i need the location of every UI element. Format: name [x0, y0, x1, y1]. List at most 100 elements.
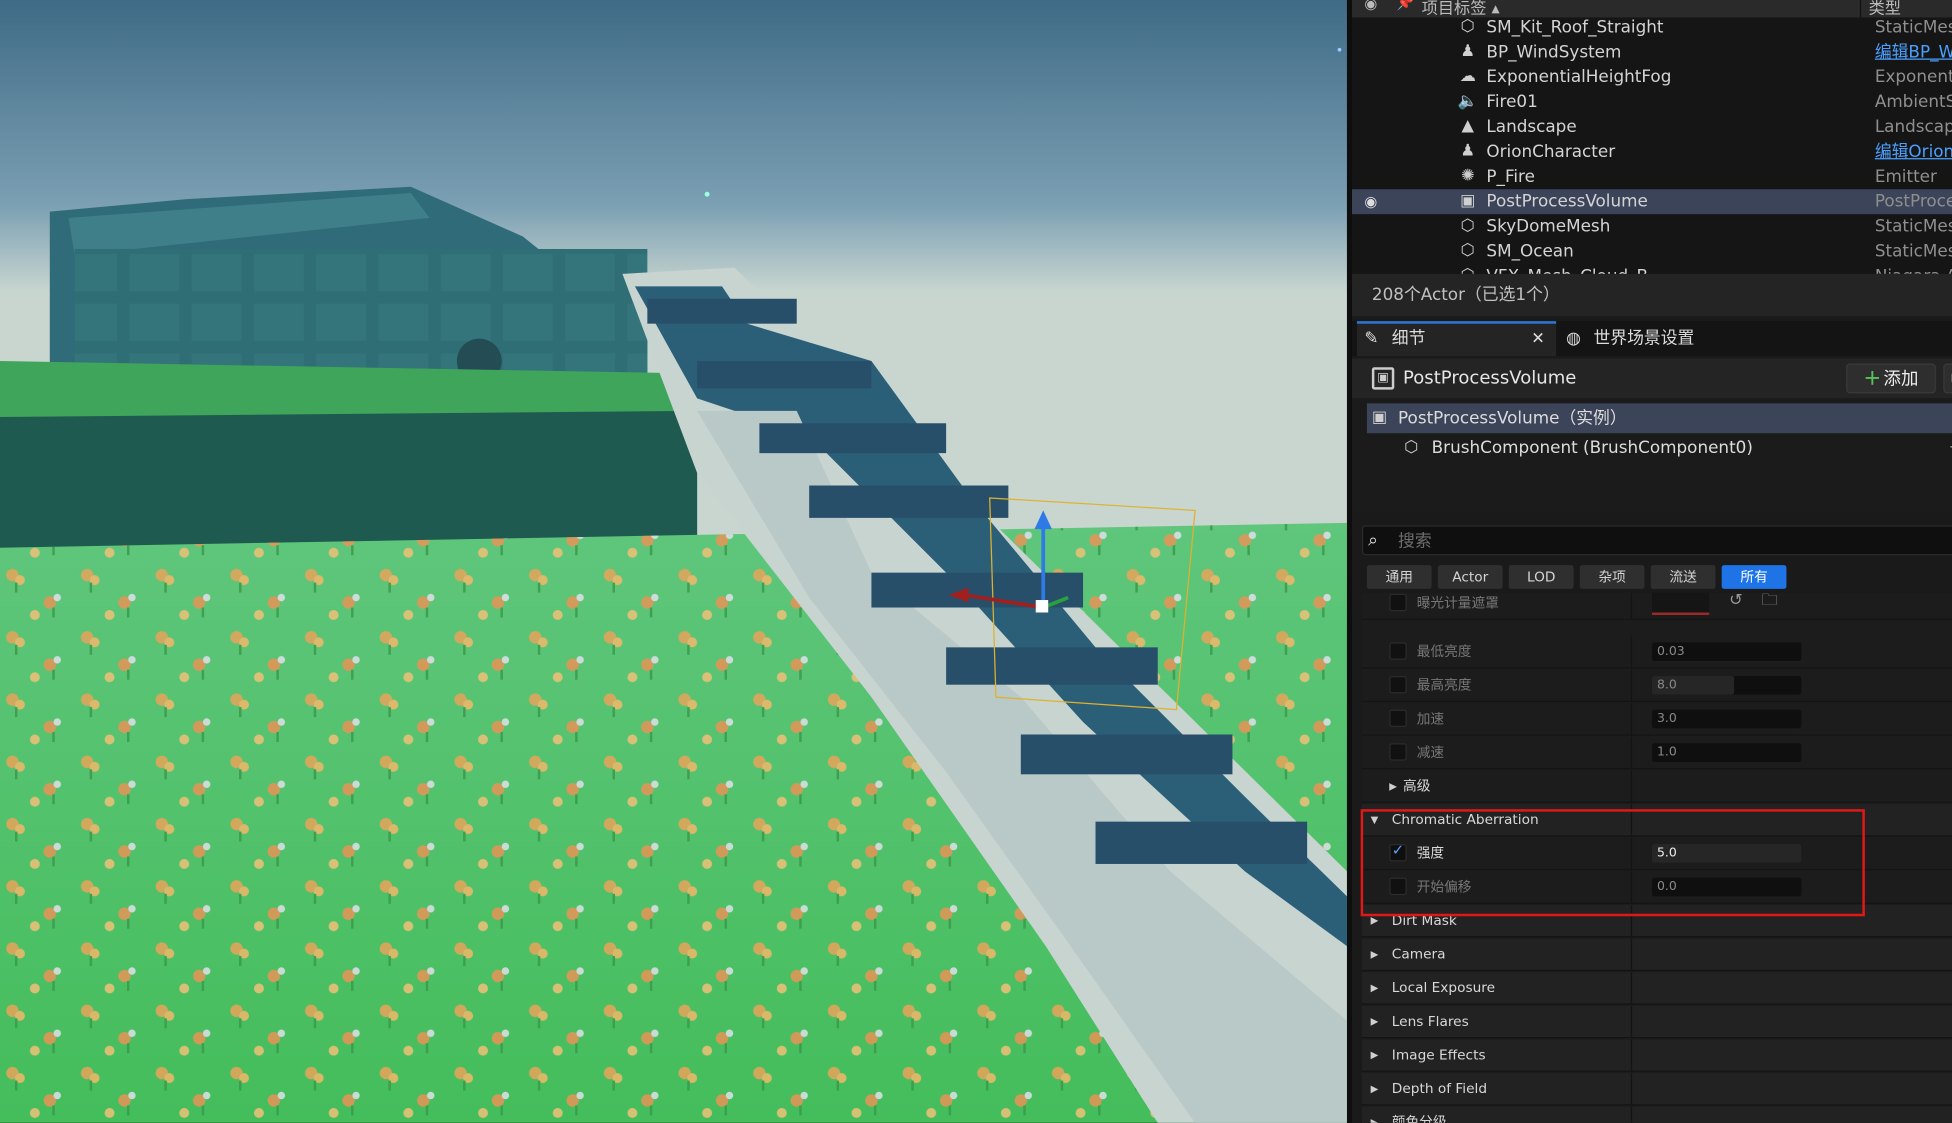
category-row[interactable]: ▶ Local Exposure [1361, 972, 1952, 1005]
outliner-row[interactable]: ☁ ExponentialHeightFog Exponenti [1352, 65, 1952, 90]
chevron-right-icon[interactable]: ▶ [1371, 1107, 1379, 1123]
search-input[interactable] [1395, 526, 1949, 557]
cube-icon: ⬡ [1404, 438, 1419, 457]
outliner-item-name: SM_Ocean [1486, 241, 1574, 262]
override-checkbox[interactable] [1389, 642, 1407, 660]
category-label: Camera [1391, 946, 1446, 963]
field-value: 8.0 [1656, 678, 1677, 693]
override-checkbox[interactable] [1389, 675, 1407, 694]
globe-icon: ◍ [1566, 328, 1581, 349]
add-component-button[interactable]: ＋添加 [1846, 363, 1936, 394]
property-value-cell: 8.0 [1630, 669, 1952, 703]
property-name-cell: 加速 [1362, 703, 1630, 735]
outliner-item-name: Landscape [1486, 117, 1577, 137]
category-label: 颜色分级 [1391, 1114, 1447, 1123]
property-value-cell: 0.03 [1630, 636, 1952, 669]
outliner-item-type: Landscape [1874, 117, 1952, 137]
category-label: Depth of Field [1391, 1080, 1488, 1097]
highlight-rectangle [1360, 809, 1865, 917]
property-value-cell [1630, 972, 1952, 1005]
numeric-slider-field[interactable]: 1.0 [1651, 743, 1802, 762]
outliner-row[interactable]: ⬡ SM_Kit_Roof_Straight StaticMesh [1352, 15, 1952, 40]
filter-button[interactable]: LOD [1508, 565, 1574, 589]
outliner-item-type-link[interactable]: 编辑BP_W [1875, 40, 1952, 65]
outliner-row[interactable]: 🔈 Fire01 AmbientSo [1352, 90, 1952, 115]
property-label: 最低亮度 [1416, 643, 1472, 660]
details-actor-bar: ▣ PostProcessVolume ＋添加 ▪ [1351, 358, 1952, 399]
speaker-icon: 🔈 [1457, 92, 1478, 111]
visibility-eye-icon[interactable]: ◉ [1364, 0, 1377, 12]
outliner-item-type: Exponenti [1874, 67, 1952, 88]
outliner-item-type-link[interactable]: 编辑Orion [1875, 139, 1952, 164]
override-checkbox[interactable] [1389, 593, 1407, 612]
use-selected-icon[interactable]: ↺ [1729, 593, 1743, 615]
property-label: 加速 [1416, 710, 1445, 728]
details-search: ⌕ [1361, 525, 1952, 557]
pencil-icon: ✎ [1364, 328, 1379, 349]
chevron-right-icon[interactable]: ▶ [1389, 771, 1397, 803]
override-checkbox[interactable] [1389, 743, 1407, 761]
chevron-right-icon[interactable]: ▶ [1371, 939, 1379, 971]
actor-name-field[interactable]: PostProcessVolume [1403, 359, 1576, 399]
numeric-slider-field[interactable]: 8.0 [1651, 675, 1802, 695]
property-label: 减速 [1416, 744, 1445, 761]
override-checkbox[interactable] [1389, 709, 1407, 728]
volume-icon: ▣ [1371, 367, 1395, 390]
close-icon[interactable]: ✕ [1531, 324, 1545, 355]
chevron-right-icon[interactable]: ▶ [1371, 1073, 1379, 1105]
category-row[interactable]: ▶ Lens Flares [1361, 1005, 1952, 1039]
category-row[interactable]: ▶ Image Effects [1361, 1039, 1952, 1072]
property-value-cell [1630, 1039, 1952, 1072]
outliner-row[interactable]: ♟ BP_WindSystem 编辑BP_W [1352, 40, 1952, 65]
subcategory-row[interactable]: ▶ 高级 [1361, 770, 1952, 803]
numeric-slider-field[interactable]: 3.0 [1651, 709, 1802, 729]
category-row[interactable]: ▶ Camera [1361, 938, 1952, 972]
component-label: PostProcessVolume（实例） [1398, 408, 1627, 429]
field-value: 3.0 [1656, 712, 1677, 726]
property-row: 曝光计量遮罩 None ↺ 🗀 [1361, 592, 1952, 620]
filter-bar: 通用 Actor LOD 杂项 流送 所有 [1366, 565, 1952, 590]
chevron-right-icon[interactable]: ▶ [1371, 1039, 1379, 1071]
property-name-cell: ▶ 颜色分级 [1362, 1107, 1630, 1123]
level-viewport[interactable] [0, 0, 1347, 1123]
tab-label: 世界场景设置 [1593, 328, 1695, 349]
property-name-cell: ▶ Depth of Field [1362, 1073, 1630, 1105]
outliner-item-name: SM_Kit_Roof_Straight [1486, 17, 1664, 38]
outliner-footer: 208个Actor（已选1个） [1351, 273, 1952, 317]
outliner-row[interactable]: ⬡ SkyDomeMesh StaticMesh [1352, 214, 1952, 239]
filter-button[interactable]: Actor [1437, 565, 1503, 589]
property-value-cell: 1.0 [1630, 736, 1952, 770]
component-row-root[interactable]: ▣ PostProcessVolume（实例） [1366, 403, 1952, 434]
filter-button[interactable]: 通用 [1366, 565, 1432, 589]
search-icon: ⌕ [1368, 530, 1378, 551]
chevron-right-icon[interactable]: ▶ [1371, 1006, 1379, 1038]
property-label: 最高亮度 [1416, 677, 1472, 694]
world-outliner: ◉ 📌 项目标签 ▴ 类型 ⬡ SM_Kit_Roof_Straight Stati… [1351, 0, 1952, 274]
outliner-row[interactable]: ▲ Landscape Landscape [1352, 115, 1952, 140]
outliner-row[interactable]: ✺ P_Fire Emitter [1352, 164, 1952, 189]
category-row[interactable]: ▶ 颜色分级 [1361, 1106, 1952, 1123]
tab-details[interactable]: ✎ 细节 ✕ [1356, 321, 1557, 357]
category-label: Lens Flares [1391, 1013, 1469, 1030]
filter-button[interactable]: 杂项 [1579, 565, 1645, 589]
field-value: 0.03 [1656, 644, 1685, 659]
more-options-button[interactable]: ▪ [1943, 363, 1952, 394]
outliner-item-name: P_Fire [1486, 166, 1535, 187]
category-row[interactable]: ▶ Depth of Field [1361, 1073, 1952, 1106]
outliner-row[interactable]: ⬡ SM_Ocean StaticMesh [1352, 239, 1952, 264]
filter-button[interactable]: 所有 [1721, 565, 1787, 589]
pin-icon[interactable]: 📌 [1397, 0, 1414, 11]
outliner-row[interactable]: ⬡ VFX_Mesh_Cloud_B Niagara A [1352, 264, 1952, 273]
visibility-eye-icon[interactable]: ◉ [1364, 189, 1377, 214]
asset-picker[interactable]: None [1651, 592, 1710, 615]
tab-world-settings[interactable]: ◍ 世界场景设置 [1566, 321, 1753, 356]
outliner-row[interactable]: ◉ ▣ PostProcessVolume PostProce [1351, 189, 1952, 215]
component-row-brush[interactable]: ⬡ BrushComponent (BrushComponent0) 子 [1367, 433, 1952, 463]
chevron-right-icon[interactable]: ▶ [1371, 972, 1379, 1004]
outliner-item-type: AmbientSo [1874, 92, 1952, 113]
filter-button[interactable]: 流送 [1650, 565, 1716, 589]
browse-folder-icon[interactable]: 🗀 [1762, 593, 1778, 615]
property-value-cell [1630, 938, 1952, 972]
outliner-row[interactable]: ♟ OrionCharacter 编辑Orion [1352, 139, 1952, 164]
numeric-slider-field[interactable]: 0.03 [1651, 642, 1802, 662]
